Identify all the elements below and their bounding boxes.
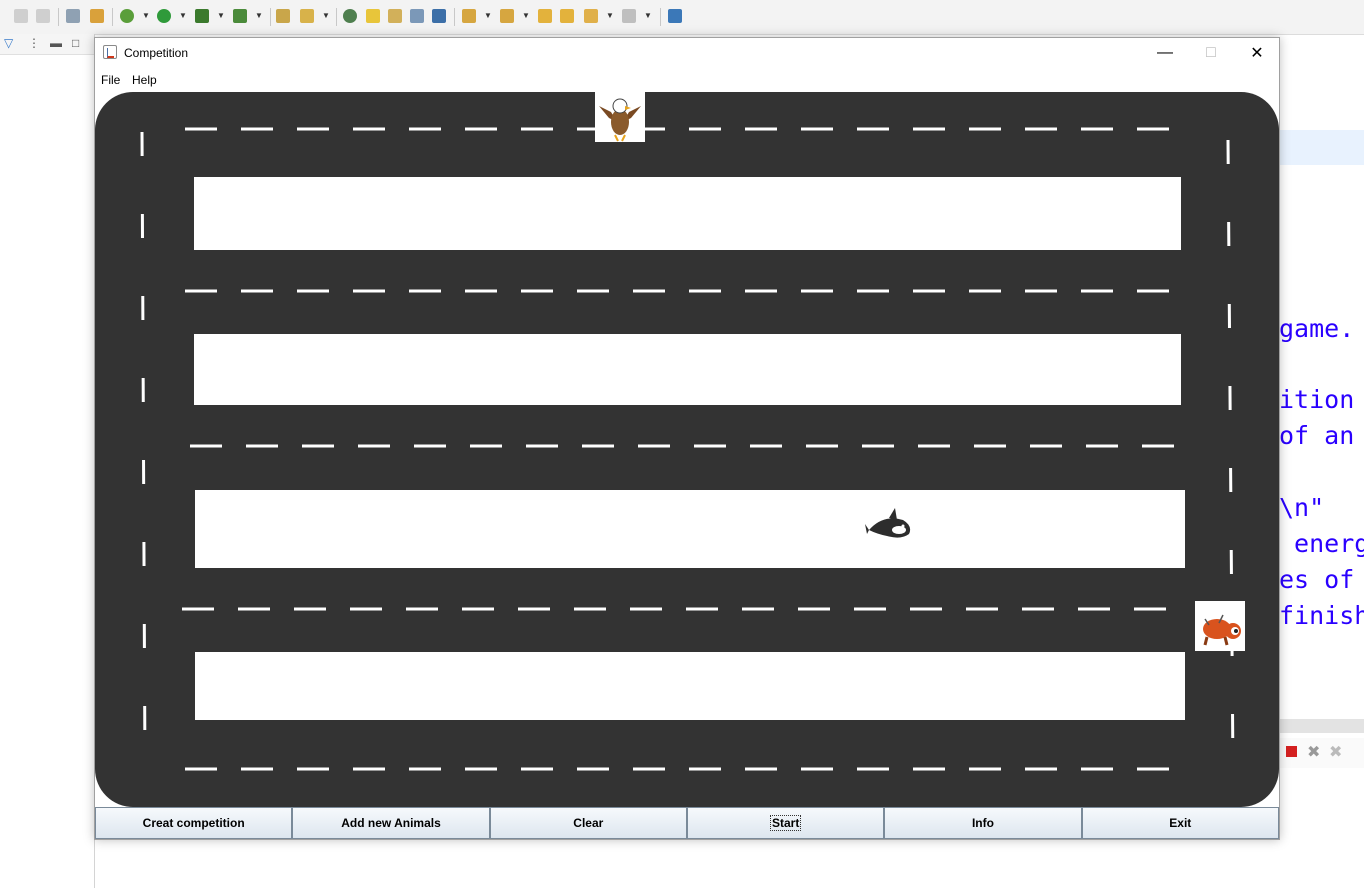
code-fragment: ition <box>1279 385 1355 414</box>
toggle-icon[interactable] <box>388 9 402 23</box>
code-fragment: game. <box>1279 314 1355 343</box>
create-competition-button[interactable]: Creat competition <box>95 807 293 839</box>
code-fragment: es of <box>1279 565 1355 594</box>
button-label: Start <box>769 815 802 831</box>
menu-help[interactable]: Help <box>132 73 157 87</box>
maximize-view-icon[interactable]: □ <box>72 36 79 50</box>
next-annotation-icon[interactable] <box>462 9 476 23</box>
forward-edit-icon[interactable] <box>560 9 574 23</box>
view-toolbar: ▽ ⋮ ▬ □ <box>0 34 94 55</box>
prev-annotation-icon[interactable] <box>500 9 514 23</box>
console-tabbar <box>1279 719 1364 733</box>
remove-all-icon[interactable]: ✖ <box>1329 742 1342 762</box>
minimize-button[interactable]: — <box>1142 38 1188 68</box>
race-track <box>95 92 1279 807</box>
editor-current-line <box>1279 130 1364 165</box>
paragraph-icon[interactable] <box>432 9 446 23</box>
format-icon[interactable] <box>66 9 80 23</box>
info-button[interactable]: Info <box>884 807 1082 839</box>
pen-icon[interactable] <box>300 9 314 23</box>
pin-icon[interactable] <box>668 9 682 23</box>
package-explorer: ▽ ⋮ ▬ □ <box>0 34 95 888</box>
water-lane <box>194 334 1181 405</box>
button-label: Clear <box>573 816 604 830</box>
water-lane <box>194 177 1181 250</box>
view-menu-icon[interactable]: ⋮ <box>28 36 40 50</box>
button-bar: Creat competition Add new Animals Clear … <box>95 807 1279 839</box>
console-toolbar: ✖ ✖ <box>1279 738 1364 768</box>
clear-button[interactable]: Clear <box>489 807 687 839</box>
button-label: Add new Animals <box>341 816 441 830</box>
title-bar: Competition — □ ✕ <box>95 38 1279 68</box>
code-fragment: \n" <box>1279 493 1325 522</box>
java-icon <box>103 45 117 59</box>
wand-icon[interactable] <box>90 9 104 23</box>
water-lane <box>195 490 1185 568</box>
maximize-button[interactable]: □ <box>1188 38 1234 68</box>
menu-file[interactable]: File <box>101 73 120 87</box>
window-title: Competition <box>124 46 189 60</box>
add-animals-button[interactable]: Add new Animals <box>292 807 490 839</box>
debug-icon[interactable] <box>120 9 134 23</box>
menu-bar: File Help <box>95 68 1279 90</box>
code-fragment: finish <box>1279 601 1364 630</box>
exit-button[interactable]: Exit <box>1081 807 1279 839</box>
block-icon[interactable] <box>410 9 424 23</box>
ide-toolbar: ▼ ▼ ▼ ▼ ▼ ▼ ▼ ▼ ▼ <box>0 0 1364 35</box>
undo-icon[interactable] <box>36 9 50 23</box>
open-folder-icon[interactable] <box>276 9 290 23</box>
water-lane <box>195 652 1185 720</box>
start-button[interactable]: Start <box>686 807 885 839</box>
external-tools-icon[interactable] <box>233 9 247 23</box>
coverage-icon[interactable] <box>195 9 209 23</box>
forward-icon[interactable] <box>622 9 636 23</box>
track-canvas <box>95 92 1279 807</box>
last-edit-icon[interactable] <box>538 9 552 23</box>
remove-launch-icon[interactable]: ✖ <box>1307 742 1320 762</box>
filter-icon[interactable]: ▽ <box>4 36 13 50</box>
close-button[interactable]: ✕ <box>1234 38 1280 68</box>
dog-animal[interactable] <box>1195 601 1245 651</box>
redo-icon[interactable] <box>14 9 28 23</box>
minimize-view-icon[interactable]: ▬ <box>50 36 62 50</box>
run-icon[interactable] <box>157 9 171 23</box>
code-fragment: energ <box>1279 529 1364 558</box>
back-icon[interactable] <box>584 9 598 23</box>
code-fragment: of an <box>1279 421 1355 450</box>
button-label: Info <box>971 816 994 830</box>
button-label: Exit <box>1169 816 1192 830</box>
competition-window: Competition — □ ✕ File Help Creat compet… <box>94 37 1280 840</box>
search-icon[interactable] <box>343 9 357 23</box>
highlight-icon[interactable] <box>366 9 380 23</box>
button-label: Creat competition <box>142 816 245 830</box>
dolphin-animal[interactable] <box>865 500 915 550</box>
eagle-animal[interactable] <box>595 92 645 142</box>
terminate-icon[interactable] <box>1286 746 1297 757</box>
